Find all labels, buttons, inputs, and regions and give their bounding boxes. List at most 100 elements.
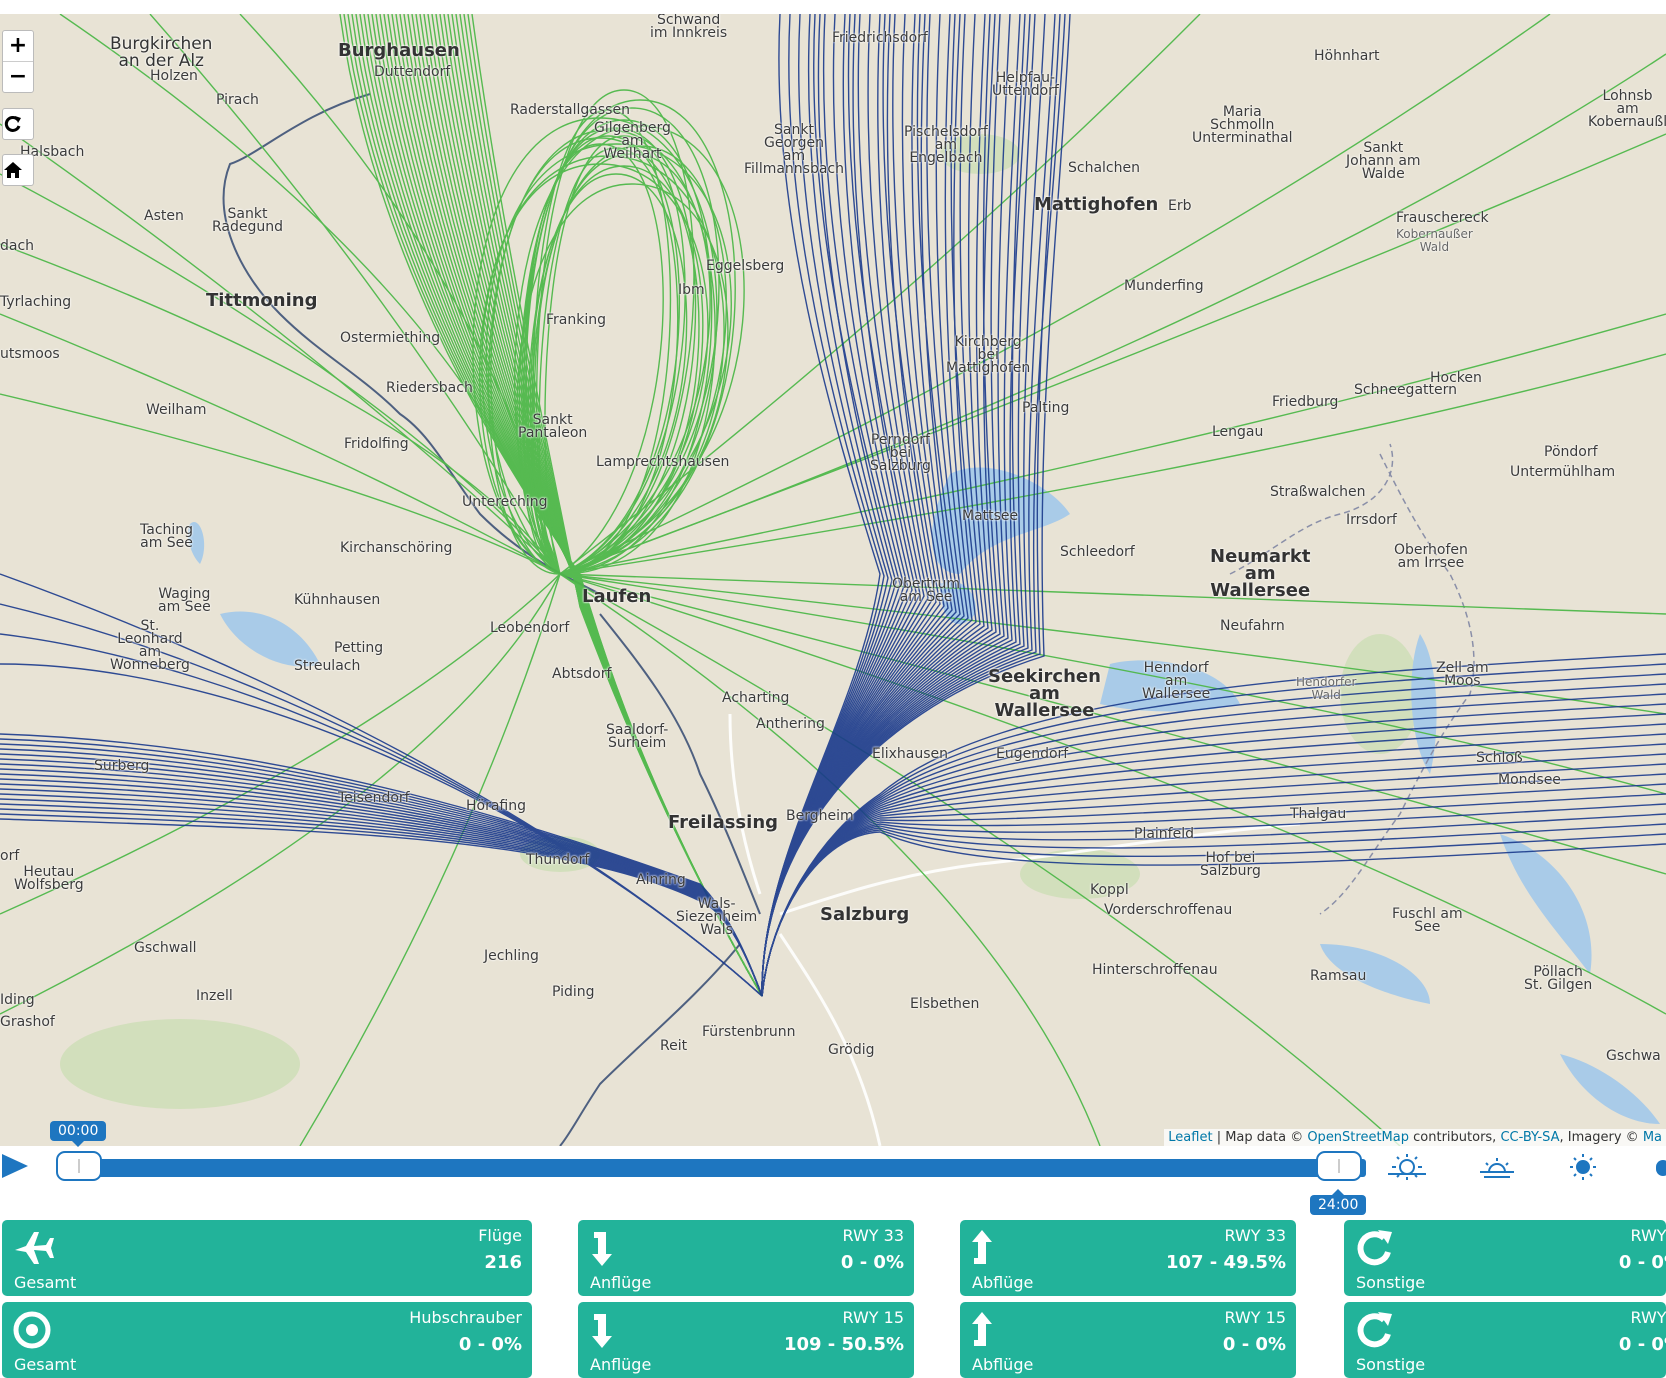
place-maria-schmolln: Maria Schmolln Unterminathal	[1192, 104, 1293, 146]
place-pischelsdorf: Pischelsdorf am Engelbach	[904, 124, 988, 166]
place-munderfing: Munderfing	[1124, 278, 1204, 294]
redo-icon	[1357, 1230, 1392, 1266]
sunrise-icon[interactable]	[1384, 1152, 1430, 1182]
place-burgkirchen: Burgkirchen an der Alz	[110, 34, 213, 71]
place-poendorf: Pöndorf	[1544, 444, 1598, 460]
place-poellach: Pöllach St. Gilgen	[1524, 964, 1593, 993]
place-obertrum: Obertrum am See	[892, 576, 961, 605]
place-taching: Taching am See	[140, 522, 194, 551]
leaflet-link[interactable]: Leaflet	[1168, 1130, 1212, 1145]
refresh-button[interactable]	[2, 108, 34, 140]
home-button[interactable]	[2, 154, 34, 186]
approach-track	[0, 818, 763, 997]
license-link[interactable]: CC-BY-SA	[1500, 1130, 1559, 1145]
place-waging: Waging am See	[158, 586, 211, 615]
place-neufahrn: Neufahrn	[1220, 618, 1285, 634]
place-gschwandt: Gschwa	[1606, 1048, 1661, 1064]
place-dach: dach	[0, 238, 35, 254]
place-helpfau: Helpfau- Uttendorf	[992, 70, 1059, 99]
stat-title: RWY 15	[1630, 1308, 1666, 1327]
place-hoerafing: Hörafing	[466, 798, 527, 814]
stat-label: Anflüge	[590, 1355, 652, 1374]
zoom-in-button[interactable]: +	[3, 31, 33, 61]
map-background	[0, 14, 1666, 1146]
approach-track	[0, 788, 763, 997]
stat-value: 107 - 49.5%	[1165, 1252, 1286, 1273]
place-orf: orf	[0, 848, 20, 864]
place-lengau: Lengau	[1212, 424, 1264, 440]
zoom-control: + −	[2, 30, 34, 93]
place-abtsdorf: Abtsdorf	[552, 666, 612, 682]
zoom-out-button[interactable]: −	[3, 61, 33, 92]
place-mattighofen: Mattighofen	[1034, 194, 1159, 215]
end-time-handle[interactable]: 24:00	[1310, 1151, 1367, 1215]
place-st-leonhard: St. Leonhard am Wonneberg	[110, 618, 190, 673]
plane-icon	[15, 1232, 54, 1264]
place-heutau: Heutau Wolfsberg	[14, 864, 84, 893]
place-franking: Franking	[546, 312, 606, 328]
flight-track-map[interactable]: Burgkirchen an der Alz Holzen Burghausen…	[0, 14, 1666, 1146]
place-sankt-georgen: Sankt Georgen am Fillmannsbach	[744, 122, 844, 177]
place-eggelsberg: Eggelsberg	[706, 258, 785, 274]
place-elsbethen: Elsbethen	[910, 996, 980, 1012]
stat-tile-departures-rwy15[interactable]: Abflüge RWY 15 0 - 0%	[960, 1302, 1296, 1378]
place-burghausen: Burghausen	[338, 40, 460, 61]
stat-value: 0 - 0%	[1222, 1334, 1286, 1355]
stat-tile-departures-rwy33[interactable]: Abflüge RWY 33 107 - 49.5%	[960, 1220, 1296, 1296]
start-time-handle[interactable]: 00:00	[50, 1121, 107, 1181]
departure-track	[559, 573, 1666, 615]
place-holzen: Holzen	[150, 68, 198, 84]
place-gschwall: Gschwall	[134, 940, 197, 956]
place-friedrichsdorf: Friedrichsdorf	[832, 30, 928, 46]
redo-icon	[1357, 1312, 1392, 1348]
stat-label: Gesamt	[14, 1355, 77, 1374]
place-fuerstenbrunn: Fürstenbrunn	[702, 1024, 796, 1040]
place-ibm: Ibm	[678, 282, 705, 298]
daylight-icon[interactable]	[1560, 1152, 1606, 1182]
place-oberhofen: Oberhofen am Irrsee	[1394, 542, 1468, 571]
place-kuehnhausen: Kühnhausen	[294, 592, 381, 608]
home-icon	[4, 162, 22, 178]
place-plainfeld: Plainfeld	[1134, 826, 1194, 842]
place-hof: Hof bei Salzburg	[1200, 850, 1261, 879]
place-erb: Erb	[1168, 198, 1192, 214]
attribution-text-1: | Map data ©	[1212, 1130, 1308, 1145]
stat-title: RWY 15	[1224, 1308, 1286, 1327]
place-fuschl: Fuschl am See	[1392, 906, 1463, 935]
stat-label: Abflüge	[972, 1355, 1034, 1374]
place-tyrlaching: Tyrlaching	[0, 294, 72, 310]
place-eugendorf: Eugendorf	[996, 746, 1069, 762]
time-range-slider[interactable]	[72, 1159, 1366, 1177]
arrow-down-icon	[592, 1314, 612, 1348]
stat-value: 0 - 0%	[1618, 1252, 1666, 1273]
stat-title: Hubschrauber	[409, 1308, 522, 1327]
place-schwand: Schwand im Innkreis	[650, 14, 728, 41]
place-laufen: Laufen	[582, 586, 652, 607]
stat-tile-approaches-rwy15[interactable]: Anflüge RWY 15 109 - 50.5%	[578, 1302, 914, 1378]
arrow-up-icon	[972, 1312, 992, 1346]
stat-tile-other-rwy15[interactable]: Sonstige RWY 15 0 - 0%	[1344, 1302, 1666, 1378]
place-schloss: Schloß	[1476, 750, 1523, 766]
place-mattsee: Mattsee	[962, 508, 1019, 524]
sunset-icon[interactable]	[1474, 1152, 1520, 1182]
map-attribution: Leaflet | Map data © OpenStreetMap contr…	[1164, 1129, 1666, 1146]
attribution-text-3: , Imagery ©	[1559, 1130, 1643, 1145]
attribution-text-2: contributors,	[1409, 1130, 1501, 1145]
place-weilham: Weilham	[146, 402, 207, 418]
place-palting: Palting	[1022, 400, 1070, 416]
stat-title: RWY 15	[842, 1308, 904, 1327]
place-frauschereck: Frauschereck	[1396, 210, 1489, 226]
approach-track	[0, 633, 763, 997]
stat-tile-flights-total[interactable]: Gesamt Flüge 216	[2, 1220, 532, 1296]
stat-title: RWY 33	[842, 1226, 904, 1245]
play-button[interactable]	[2, 1154, 28, 1178]
stat-tile-other-rwy33[interactable]: Sonstige RWY 33 0 - 0%	[1344, 1220, 1666, 1296]
stat-tile-helicopter-total[interactable]: Gesamt Hubschrauber 0 - 0%	[2, 1302, 532, 1378]
departure-track	[0, 313, 561, 575]
imagery-link[interactable]: Ma	[1643, 1130, 1662, 1145]
osm-link[interactable]: OpenStreetMap	[1307, 1130, 1409, 1145]
stat-tile-approaches-rwy33[interactable]: Anflüge RWY 33 0 - 0%	[578, 1220, 914, 1296]
place-duttendorf: Duttendorf	[374, 64, 451, 80]
place-untermuehlham: Untermühlham	[1510, 464, 1616, 480]
stat-title: RWY 33	[1630, 1226, 1666, 1245]
